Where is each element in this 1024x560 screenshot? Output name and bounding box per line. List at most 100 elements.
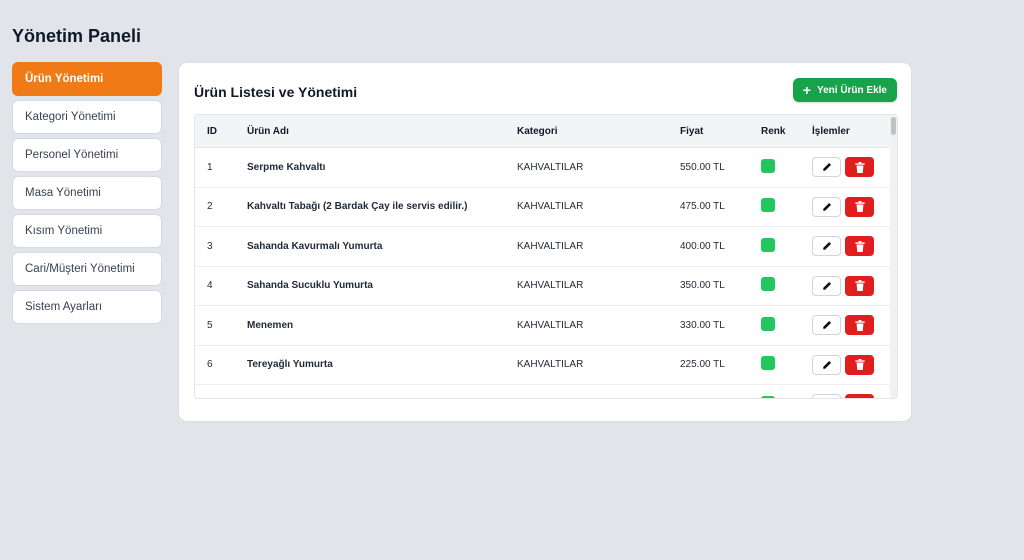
table-scrollbar[interactable] <box>890 115 897 398</box>
edit-button[interactable] <box>812 157 841 178</box>
sidebar-item-customers[interactable]: Cari/Müşteri Yönetimi <box>12 252 162 286</box>
table-row: 1 Serpme Kahvaltı KAHVALTILAR 550.00 TL <box>195 148 897 188</box>
cell-id: 4 <box>207 280 213 292</box>
cell-actions <box>812 275 897 296</box>
cell-price: 400.00 TL <box>680 240 725 252</box>
color-swatch <box>761 158 775 173</box>
cell-price: 330.00 TL <box>680 319 725 331</box>
cell-color <box>761 356 812 373</box>
cell-id: 1 <box>207 161 213 173</box>
add-product-button[interactable]: + Yeni Ürün Ekle <box>792 78 897 102</box>
table-header: ID Ürün Adı Kategori Fiyat Renk İşlemler <box>195 115 897 148</box>
sidebar-item-label: Personel Yönetimi <box>25 149 119 161</box>
cell-name: Sahanda Kavurmalı Yumurta <box>247 240 383 252</box>
cell-color <box>761 395 812 398</box>
cell-name: Serpme Kahvaltı <box>247 161 326 173</box>
cell-name: Tereyağlı Yumurta <box>247 359 333 371</box>
cell-color <box>761 198 812 215</box>
trash-icon <box>854 280 865 292</box>
table-row <box>195 385 897 398</box>
sidebar-item-categories[interactable]: Kategori Yönetimi <box>12 100 162 134</box>
cell-name: Kahvaltı Tabağı (2 Bardak Çay ile servis… <box>247 201 468 213</box>
plus-icon: + <box>802 82 811 98</box>
sidebar-item-products[interactable]: Ürün Yönetimi <box>12 62 162 96</box>
pencil-icon <box>822 163 831 171</box>
scrollbar-thumb[interactable] <box>891 117 896 135</box>
trash-icon <box>854 319 865 331</box>
color-swatch <box>761 198 775 213</box>
cell-category: KAHVALTILAR <box>517 161 584 173</box>
product-table: ID Ürün Adı Kategori Fiyat Renk İşlemler… <box>194 114 898 399</box>
pencil-icon <box>822 281 831 290</box>
cell-actions <box>812 394 897 398</box>
cell-name: Menemen <box>247 319 294 331</box>
table-row: 4 Sahanda Sucuklu Yumurta KAHVALTILAR 35… <box>195 267 897 306</box>
sidebar-item-settings[interactable]: Sistem Ayarları <box>12 290 162 324</box>
edit-button[interactable] <box>812 275 841 296</box>
color-swatch <box>761 277 775 292</box>
table-row: 6 Tereyağlı Yumurta KAHVALTILAR 225.00 T… <box>195 346 897 385</box>
delete-button[interactable] <box>845 394 874 398</box>
page-title: Yönetim Paneli <box>12 26 142 46</box>
header-color: Renk <box>761 125 786 137</box>
delete-button[interactable] <box>845 157 874 178</box>
pencil-icon <box>822 360 831 369</box>
color-swatch <box>761 237 775 252</box>
edit-button[interactable] <box>812 394 841 398</box>
table-row: 2 Kahvaltı Tabağı (2 Bardak Çay ile serv… <box>195 188 897 227</box>
cell-price: 475.00 TL <box>680 201 725 213</box>
sidebar-item-label: Ürün Yönetimi <box>25 73 104 85</box>
sidebar-item-sections[interactable]: Kısım Yönetimi <box>12 214 162 248</box>
cell-price: 225.00 TL <box>680 359 725 371</box>
cell-id: 5 <box>207 319 213 331</box>
cell-category: KAHVALTILAR <box>517 359 584 371</box>
cell-id: 3 <box>207 240 213 252</box>
pencil-icon <box>822 321 831 329</box>
table-row: 3 Sahanda Kavurmalı Yumurta KAHVALTILAR … <box>195 227 897 267</box>
delete-button[interactable] <box>845 196 874 217</box>
cell-actions <box>812 315 897 336</box>
sidebar: Ürün Yönetimi Kategori Yönetimi Personel… <box>12 62 162 328</box>
sidebar-item-label: Kategori Yönetimi <box>25 111 116 123</box>
pencil-icon <box>822 202 831 211</box>
header-id: ID <box>207 125 217 137</box>
cell-category: KAHVALTILAR <box>517 240 584 252</box>
header-category: Kategori <box>517 125 558 137</box>
sidebar-item-label: Masa Yönetimi <box>25 187 101 199</box>
cell-actions <box>812 157 897 178</box>
cell-color <box>761 158 812 176</box>
cell-name: Sahanda Sucuklu Yumurta <box>247 280 373 292</box>
cell-price: 350.00 TL <box>680 280 725 292</box>
cell-color <box>761 237 812 255</box>
cell-category: KAHVALTILAR <box>517 201 584 213</box>
add-product-label: Yeni Ürün Ekle <box>816 84 887 96</box>
cell-color <box>761 277 812 294</box>
delete-button[interactable] <box>845 236 874 257</box>
color-swatch <box>761 395 775 398</box>
card-title: Ürün Listesi ve Yönetimi <box>194 84 358 100</box>
sidebar-item-tables[interactable]: Masa Yönetimi <box>12 176 162 210</box>
cell-category: KAHVALTILAR <box>517 280 584 292</box>
delete-button[interactable] <box>845 354 874 375</box>
trash-icon <box>854 359 865 371</box>
edit-button[interactable] <box>812 196 841 217</box>
sidebar-item-label: Cari/Müşteri Yönetimi <box>25 263 135 275</box>
header-name: Ürün Adı <box>247 125 289 137</box>
edit-button[interactable] <box>812 236 841 257</box>
sidebar-item-staff[interactable]: Personel Yönetimi <box>12 138 162 172</box>
cell-id: 2 <box>207 201 213 213</box>
sidebar-item-label: Kısım Yönetimi <box>25 225 103 237</box>
edit-button[interactable] <box>812 315 841 336</box>
delete-button[interactable] <box>845 275 874 296</box>
cell-id: 6 <box>207 359 213 371</box>
cell-category: KAHVALTILAR <box>517 319 584 331</box>
product-management-card: Ürün Listesi ve Yönetimi + Yeni Ürün Ekl… <box>178 62 912 422</box>
color-swatch <box>761 356 775 371</box>
pencil-icon <box>822 242 831 250</box>
sidebar-item-label: Sistem Ayarları <box>25 301 103 313</box>
edit-button[interactable] <box>812 354 841 375</box>
cell-color <box>761 316 812 334</box>
trash-icon <box>854 240 865 252</box>
header-actions: İşlemler <box>812 125 850 137</box>
delete-button[interactable] <box>845 315 874 336</box>
